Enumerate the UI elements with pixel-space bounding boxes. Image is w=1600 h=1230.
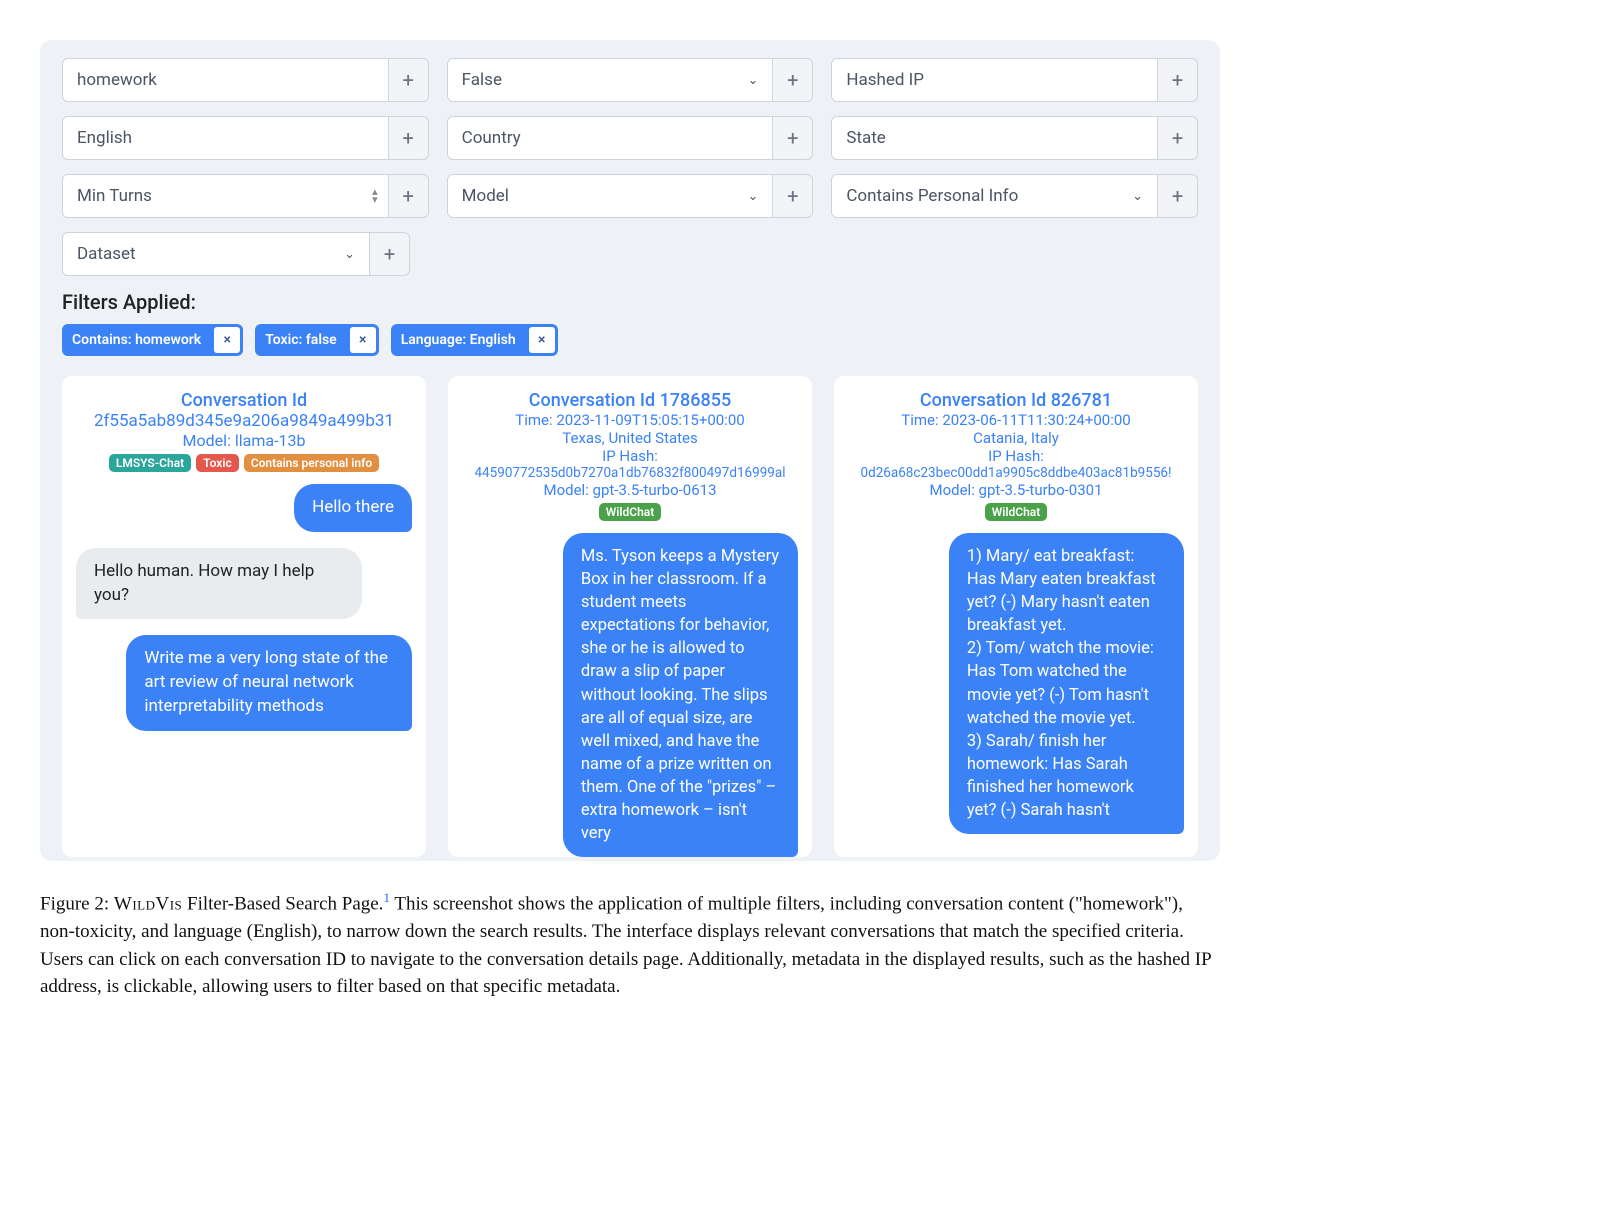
user-message: Ms. Tyson keeps a Mystery Box in her cla… bbox=[563, 533, 798, 857]
chip-remove-icon[interactable]: × bbox=[350, 327, 376, 353]
country-input[interactable]: Country bbox=[447, 116, 774, 160]
chevron-down-icon: ⌄ bbox=[747, 73, 758, 88]
conversation-id[interactable]: 2f55a5ab89d345e9a206a9849a499b31 bbox=[76, 411, 412, 431]
badge-toxic[interactable]: Toxic bbox=[196, 454, 239, 472]
model-placeholder: Model bbox=[462, 186, 509, 206]
messages: Hello there Hello human. How may I help … bbox=[76, 484, 412, 857]
ip-hash-label: IP Hash: bbox=[462, 447, 798, 465]
personal-info-placeholder: Contains Personal Info bbox=[846, 186, 1018, 206]
add-keyword-button[interactable]: + bbox=[389, 58, 429, 102]
messages: Ms. Tyson keeps a Mystery Box in her cla… bbox=[462, 533, 798, 857]
filter-toxic: False ⌄ + bbox=[447, 58, 814, 102]
chip-label: Contains: homework bbox=[62, 324, 211, 356]
filter-personal-info: Contains Personal Info ⌄ + bbox=[831, 174, 1198, 218]
chip-remove-icon[interactable]: × bbox=[529, 327, 555, 353]
min-turns-input[interactable]: Min Turns ▴▾ bbox=[62, 174, 389, 218]
add-language-button[interactable]: + bbox=[389, 116, 429, 160]
keyword-input[interactable]: homework bbox=[62, 58, 389, 102]
toxic-value: False bbox=[462, 70, 502, 90]
filter-row-3: Min Turns ▴▾ + Model ⌄ + Contains Person… bbox=[62, 174, 1198, 218]
dataset-placeholder: Dataset bbox=[77, 244, 136, 264]
app-shell: homework + False ⌄ + Hashed IP + English… bbox=[40, 40, 1220, 861]
model-select[interactable]: Model ⌄ bbox=[447, 174, 774, 218]
badges: LMSYS-Chat Toxic Contains personal info bbox=[76, 454, 412, 472]
filters-applied-label: Filters Applied: bbox=[62, 290, 1198, 314]
assistant-message: Hello human. How may I help you? bbox=[76, 548, 362, 620]
filter-keyword: homework + bbox=[62, 58, 429, 102]
conversation-card[interactable]: Conversation Id 826781 Time: 2023-06-11T… bbox=[834, 376, 1198, 857]
min-turns-placeholder: Min Turns bbox=[77, 186, 152, 206]
badge-lmsys[interactable]: LMSYS-Chat bbox=[109, 454, 191, 472]
add-dataset-button[interactable]: + bbox=[370, 232, 410, 276]
chip-label: Toxic: false bbox=[255, 324, 347, 356]
model-line[interactable]: Model: gpt-3.5-turbo-0301 bbox=[848, 481, 1184, 499]
conversation-id-label[interactable]: Conversation Id 826781 bbox=[848, 390, 1184, 411]
state-input[interactable]: State bbox=[831, 116, 1158, 160]
time-line[interactable]: Time: 2023-11-09T15:05:15+00:00 bbox=[462, 411, 798, 429]
card-header: Conversation Id 2f55a5ab89d345e9a206a984… bbox=[76, 390, 412, 472]
ip-hash[interactable]: 0d26a68c23bec00dd1a9905c8ddbe403ac81b955… bbox=[848, 465, 1184, 481]
dataset-select[interactable]: Dataset ⌄ bbox=[62, 232, 370, 276]
filter-row-4: Dataset ⌄ + bbox=[62, 232, 1198, 276]
number-spinner-icon[interactable]: ▴▾ bbox=[372, 188, 378, 203]
user-message: 1) Mary/ eat breakfast: Has Mary eaten b… bbox=[949, 533, 1184, 834]
filter-language: English + bbox=[62, 116, 429, 160]
hashed-ip-input[interactable]: Hashed IP bbox=[831, 58, 1158, 102]
conversation-card[interactable]: Conversation Id 1786855 Time: 2023-11-09… bbox=[448, 376, 812, 857]
filter-state: State + bbox=[831, 116, 1198, 160]
user-message: Write me a very long state of the art re… bbox=[126, 635, 412, 730]
user-message: Hello there bbox=[294, 484, 412, 532]
conversation-card[interactable]: Conversation Id 2f55a5ab89d345e9a206a984… bbox=[62, 376, 426, 857]
ip-hash[interactable]: 44590772535d0b7270a1db76832f800497d16999… bbox=[462, 465, 798, 481]
badges: WildChat bbox=[462, 503, 798, 521]
chip-language: Language: English × bbox=[391, 324, 558, 356]
chip-toxic: Toxic: false × bbox=[255, 324, 379, 356]
chevron-down-icon: ⌄ bbox=[1132, 189, 1143, 204]
add-hashed-ip-button[interactable]: + bbox=[1158, 58, 1198, 102]
app-name: WildVis bbox=[114, 894, 182, 915]
figure-label: Figure 2: bbox=[40, 894, 114, 915]
card-header: Conversation Id 1786855 Time: 2023-11-09… bbox=[462, 390, 798, 521]
filter-row-1: homework + False ⌄ + Hashed IP + bbox=[62, 58, 1198, 102]
conversation-id-label[interactable]: Conversation Id bbox=[76, 390, 412, 411]
results-cards: Conversation Id 2f55a5ab89d345e9a206a984… bbox=[62, 376, 1198, 861]
conversation-id-label[interactable]: Conversation Id 1786855 bbox=[462, 390, 798, 411]
add-model-button[interactable]: + bbox=[773, 174, 813, 218]
filter-hashed-ip: Hashed IP + bbox=[831, 58, 1198, 102]
add-min-turns-button[interactable]: + bbox=[389, 174, 429, 218]
chip-label: Language: English bbox=[391, 324, 526, 356]
messages: 1) Mary/ eat breakfast: Has Mary eaten b… bbox=[848, 533, 1184, 857]
chevron-down-icon: ⌄ bbox=[344, 247, 355, 262]
applied-chips: Contains: homework × Toxic: false × Lang… bbox=[62, 324, 1198, 356]
filter-model: Model ⌄ + bbox=[447, 174, 814, 218]
chip-remove-icon[interactable]: × bbox=[214, 327, 240, 353]
model-line[interactable]: Model: llama-13b bbox=[76, 431, 412, 450]
add-state-button[interactable]: + bbox=[1158, 116, 1198, 160]
filter-dataset: Dataset ⌄ + bbox=[62, 232, 410, 276]
toxic-select[interactable]: False ⌄ bbox=[447, 58, 774, 102]
badge-wildchat[interactable]: WildChat bbox=[599, 503, 662, 521]
add-toxic-button[interactable]: + bbox=[773, 58, 813, 102]
figure-caption: Figure 2: WildVis Filter-Based Search Pa… bbox=[40, 889, 1220, 1001]
filter-min-turns: Min Turns ▴▾ + bbox=[62, 174, 429, 218]
badge-wildchat[interactable]: WildChat bbox=[985, 503, 1048, 521]
filter-row-2: English + Country + State + bbox=[62, 116, 1198, 160]
time-line[interactable]: Time: 2023-06-11T11:30:24+00:00 bbox=[848, 411, 1184, 429]
model-line[interactable]: Model: gpt-3.5-turbo-0613 bbox=[462, 481, 798, 499]
location-line[interactable]: Texas, United States bbox=[462, 429, 798, 447]
add-personal-info-button[interactable]: + bbox=[1158, 174, 1198, 218]
caption-title: Filter-Based Search Page. bbox=[182, 894, 383, 915]
card-header: Conversation Id 826781 Time: 2023-06-11T… bbox=[848, 390, 1184, 521]
language-input[interactable]: English bbox=[62, 116, 389, 160]
badge-personal-info[interactable]: Contains personal info bbox=[244, 454, 379, 472]
add-country-button[interactable]: + bbox=[773, 116, 813, 160]
location-line[interactable]: Catania, Italy bbox=[848, 429, 1184, 447]
personal-info-select[interactable]: Contains Personal Info ⌄ bbox=[831, 174, 1158, 218]
badges: WildChat bbox=[848, 503, 1184, 521]
filter-country: Country + bbox=[447, 116, 814, 160]
chevron-down-icon: ⌄ bbox=[747, 189, 758, 204]
chip-contains: Contains: homework × bbox=[62, 324, 243, 356]
ip-hash-label: IP Hash: bbox=[848, 447, 1184, 465]
